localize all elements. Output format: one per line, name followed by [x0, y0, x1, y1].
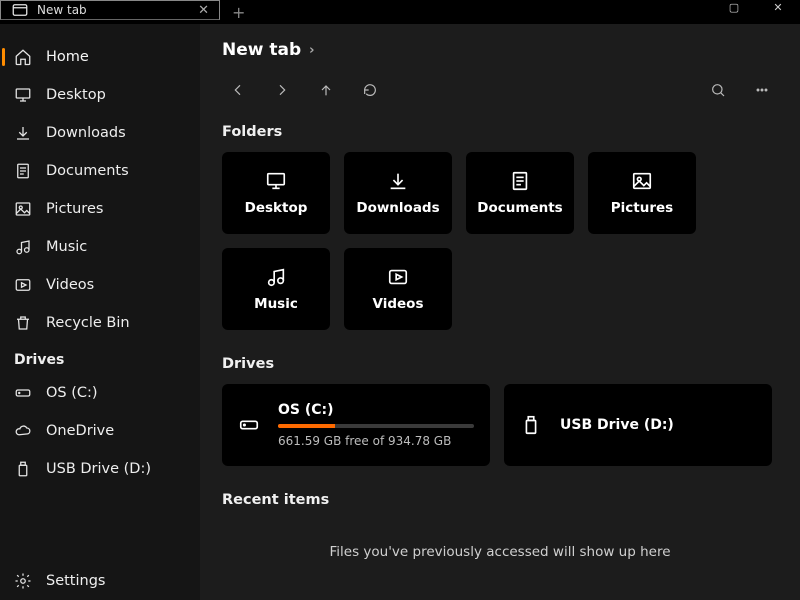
close-window-icon[interactable]: ✕	[756, 0, 800, 14]
download-icon	[14, 124, 32, 142]
window-controls: ▢ ✕	[712, 0, 800, 14]
section-heading-drives: Drives	[222, 356, 778, 372]
sidebar-item-label: OS (C:)	[46, 385, 98, 401]
sidebar-item-home[interactable]: Home	[0, 38, 200, 76]
section-heading-recent: Recent items	[222, 492, 778, 508]
folder-label: Desktop	[245, 200, 308, 216]
sidebar-item-label: Downloads	[46, 125, 126, 141]
video-icon	[387, 266, 409, 288]
sidebar-item-label: Desktop	[46, 87, 106, 103]
maximize-icon[interactable]: ▢	[712, 0, 756, 14]
more-button[interactable]	[746, 74, 778, 106]
browser-tab[interactable]: New tab ✕	[0, 0, 220, 20]
usb-icon	[520, 414, 542, 436]
sidebar-item-downloads[interactable]: Downloads	[0, 114, 200, 152]
picture-icon	[631, 170, 653, 192]
section-heading-folders: Folders	[222, 124, 778, 140]
drive-card-os[interactable]: OS (C:) 661.59 GB free of 934.78 GB	[222, 384, 490, 466]
titlebar: New tab ✕ + ▢ ✕	[0, 0, 800, 24]
sidebar-item-documents[interactable]: Documents	[0, 152, 200, 190]
breadcrumb[interactable]: New tab ›	[222, 40, 778, 60]
sidebar: Home Desktop Downloads Documents Picture…	[0, 24, 200, 600]
forward-button[interactable]	[266, 74, 298, 106]
sidebar-item-pictures[interactable]: Pictures	[0, 190, 200, 228]
sidebar-item-label: Documents	[46, 163, 129, 179]
recent-empty-text: Files you've previously accessed will sh…	[222, 520, 778, 584]
drive-icon	[14, 384, 32, 402]
folder-label: Pictures	[611, 200, 673, 216]
sidebar-item-music[interactable]: Music	[0, 228, 200, 266]
music-icon	[14, 238, 32, 256]
folder-label: Documents	[477, 200, 562, 216]
folder-pictures[interactable]: Pictures	[588, 152, 696, 234]
breadcrumb-label: New tab	[222, 40, 301, 60]
download-icon	[387, 170, 409, 192]
drive-name: USB Drive (D:)	[560, 417, 756, 433]
close-tab-icon[interactable]: ✕	[198, 3, 209, 18]
drive-usage-bar	[278, 424, 474, 428]
sidebar-drive-onedrive[interactable]: OneDrive	[0, 412, 200, 450]
sidebar-item-label: Pictures	[46, 201, 103, 217]
up-button[interactable]	[310, 74, 342, 106]
refresh-button[interactable]	[354, 74, 386, 106]
tab-icon	[11, 1, 29, 19]
search-button[interactable]	[702, 74, 734, 106]
music-icon	[265, 266, 287, 288]
toolbar	[222, 74, 778, 106]
folder-grid: Desktop Downloads Documents Pictures Mus…	[222, 152, 778, 330]
back-button[interactable]	[222, 74, 254, 106]
drive-usage-fill	[278, 424, 335, 428]
sidebar-item-label: Home	[46, 49, 89, 65]
folder-downloads[interactable]: Downloads	[344, 152, 452, 234]
document-icon	[509, 170, 531, 192]
sidebar-drive-usb[interactable]: USB Drive (D:)	[0, 450, 200, 488]
sidebar-item-label: USB Drive (D:)	[46, 461, 151, 477]
drive-free-text: 661.59 GB free of 934.78 GB	[278, 434, 474, 448]
sidebar-item-label: Recycle Bin	[46, 315, 130, 331]
trash-icon	[14, 314, 32, 332]
document-icon	[14, 162, 32, 180]
folder-label: Music	[254, 296, 298, 312]
sidebar-item-label: Videos	[46, 277, 94, 293]
folder-documents[interactable]: Documents	[466, 152, 574, 234]
drive-icon	[238, 414, 260, 436]
drive-card-usb[interactable]: USB Drive (D:)	[504, 384, 772, 466]
sidebar-item-recyclebin[interactable]: Recycle Bin	[0, 304, 200, 342]
desktop-icon	[265, 170, 287, 192]
sidebar-item-videos[interactable]: Videos	[0, 266, 200, 304]
folder-music[interactable]: Music	[222, 248, 330, 330]
usb-icon	[14, 460, 32, 478]
video-icon	[14, 276, 32, 294]
sidebar-drive-os[interactable]: OS (C:)	[0, 374, 200, 412]
sidebar-item-label: Music	[46, 239, 87, 255]
sidebar-item-label: Settings	[46, 573, 105, 589]
folder-label: Downloads	[356, 200, 439, 216]
picture-icon	[14, 200, 32, 218]
cloud-icon	[14, 422, 32, 440]
sidebar-item-label: OneDrive	[46, 423, 114, 439]
sidebar-heading-drives: Drives	[0, 342, 200, 374]
sidebar-item-desktop[interactable]: Desktop	[0, 76, 200, 114]
add-tab-button[interactable]: +	[220, 0, 257, 25]
home-icon	[14, 48, 32, 66]
folder-desktop[interactable]: Desktop	[222, 152, 330, 234]
desktop-icon	[14, 86, 32, 104]
folder-videos[interactable]: Videos	[344, 248, 452, 330]
drive-name: OS (C:)	[278, 402, 474, 418]
tab-label: New tab	[37, 3, 87, 17]
gear-icon	[14, 572, 32, 590]
chevron-right-icon: ›	[309, 43, 314, 58]
sidebar-item-settings[interactable]: Settings	[0, 562, 200, 600]
folder-label: Videos	[373, 296, 424, 312]
drive-grid: OS (C:) 661.59 GB free of 934.78 GB USB …	[222, 384, 778, 466]
main-content: New tab › Folders Desktop Downloads	[200, 24, 800, 600]
